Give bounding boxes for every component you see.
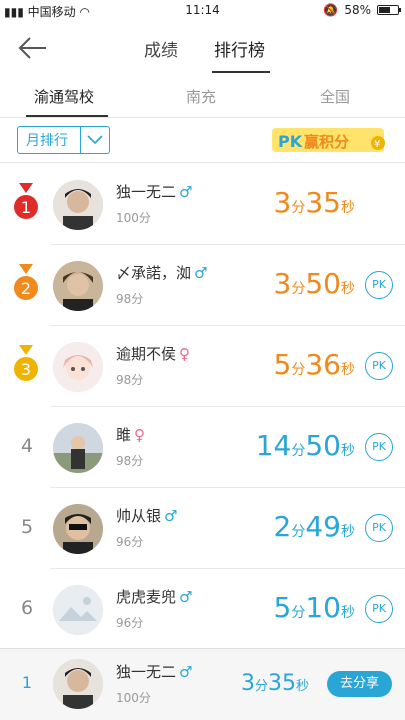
tab-scores[interactable]: 成绩 [144, 36, 178, 61]
ranking-row[interactable]: 6 虎虎麦兜 ♂ 96分 5分10秒 PK [0, 569, 405, 650]
avatar[interactable] [53, 261, 103, 311]
tab-indicator [212, 71, 270, 73]
svg-text:1: 1 [21, 198, 31, 217]
my-rank-number: 1 [21, 673, 33, 692]
male-icon: ♂ [194, 264, 208, 282]
ranking-row[interactable]: 3 逾期不侯 ♀ 98分 5分36秒 PK [0, 326, 405, 407]
back-arrow-icon[interactable] [16, 34, 50, 62]
top-nav: 成绩 排行榜 [0, 22, 405, 74]
female-icon: ♀ [134, 426, 146, 444]
avatar[interactable] [53, 342, 103, 392]
avatar[interactable] [53, 423, 103, 473]
medal-orange-icon: 2 [14, 264, 38, 300]
my-avatar[interactable] [53, 659, 103, 709]
svg-text:PK: PK [278, 132, 303, 151]
pk-button[interactable]: PK [365, 595, 393, 623]
avatar[interactable] [53, 585, 103, 635]
svg-text:¥: ¥ [374, 139, 380, 150]
avatar[interactable] [53, 504, 103, 554]
exam-time: 3分35秒 [273, 186, 355, 219]
user-name: 〆承諾，洳 ♂ [116, 264, 208, 282]
medal-gold-icon: 3 [14, 345, 38, 381]
male-icon: ♂ [179, 588, 193, 606]
avatar[interactable] [53, 180, 103, 230]
my-name: 独一无二 ♂ [116, 663, 193, 681]
exam-time: 5分36秒 [273, 348, 355, 381]
user-name: 帅从银 ♂ [116, 507, 178, 525]
svg-text:2: 2 [21, 279, 31, 298]
ranking-row[interactable]: 5 帅从银 ♂ 96分 2分49秒 PK [0, 488, 405, 569]
pk-button[interactable]: PK [365, 514, 393, 542]
score-points: 98分 [116, 454, 144, 468]
my-rank-bar: 1 独一无二 ♂ 100分 3分35秒 去分享 [0, 648, 405, 720]
region-tabs: 渝通驾校 南充 全国 [0, 76, 405, 118]
tab-school[interactable]: 渝通驾校 [34, 86, 94, 107]
user-name: 独一无二 ♂ [116, 183, 193, 201]
male-icon: ♂ [179, 663, 193, 681]
status-bar: ▮▮▮ 中国移动 ◠ 11:14 🔕 58% [0, 0, 405, 22]
battery-percent: 58% [344, 3, 371, 17]
female-icon: ♀ [179, 345, 191, 363]
chevron-down-icon [81, 135, 109, 145]
ranking-row[interactable]: 2 〆承諾，洳 ♂ 98分 3分50秒 PK [0, 245, 405, 326]
score-points: 98分 [116, 292, 144, 306]
rank-number: 4 [20, 435, 34, 457]
score-points: 100分 [116, 211, 151, 225]
ranking-row[interactable]: 1 独一无二 ♂ 100分 3分35秒 [0, 164, 405, 245]
pk-button[interactable]: PK [365, 433, 393, 461]
exam-time: 3分50秒 [273, 267, 355, 300]
mute-bell-icon: 🔕 [323, 3, 339, 17]
tab-leaderboard[interactable]: 排行榜 [214, 36, 265, 61]
score-points: 96分 [116, 616, 144, 630]
user-name: 虎虎麦兜 ♂ [116, 588, 193, 606]
battery-icon [377, 5, 401, 15]
period-label: 月排行 [26, 133, 68, 149]
medal-red-icon: 1 [14, 183, 38, 219]
user-name: 逾期不侯 ♀ [116, 345, 191, 363]
pk-banner-text: 赢积分 [304, 133, 349, 151]
male-icon: ♂ [164, 507, 178, 525]
pk-button[interactable]: PK [365, 352, 393, 380]
my-points: 100分 [116, 691, 151, 705]
rank-number: 6 [20, 597, 34, 619]
score-points: 98分 [116, 373, 144, 387]
tab-national[interactable]: 全国 [320, 86, 350, 107]
region-tab-indicator [26, 115, 108, 117]
tab-city[interactable]: 南充 [186, 86, 216, 107]
svg-text:3: 3 [21, 360, 31, 379]
score-points: 96分 [116, 535, 144, 549]
rank-number: 5 [20, 516, 34, 538]
exam-time: 14分50秒 [255, 429, 355, 462]
my-exam-time: 3分35秒 [240, 671, 309, 696]
exam-time: 5分10秒 [273, 591, 355, 624]
share-button[interactable]: 去分享 [327, 671, 392, 697]
ranking-row[interactable]: 4 雎 ♀ 98分 14分50秒 PK [0, 407, 405, 488]
period-dropdown[interactable]: 月排行 [17, 126, 110, 154]
user-name: 雎 ♀ [116, 426, 146, 444]
pk-button[interactable]: PK [365, 271, 393, 299]
male-icon: ♂ [179, 183, 193, 201]
pk-win-points-banner[interactable]: PK 赢积分 ¥ [272, 126, 392, 154]
filter-row: 月排行 PK 赢积分 ¥ [0, 118, 405, 163]
exam-time: 2分49秒 [273, 510, 355, 543]
